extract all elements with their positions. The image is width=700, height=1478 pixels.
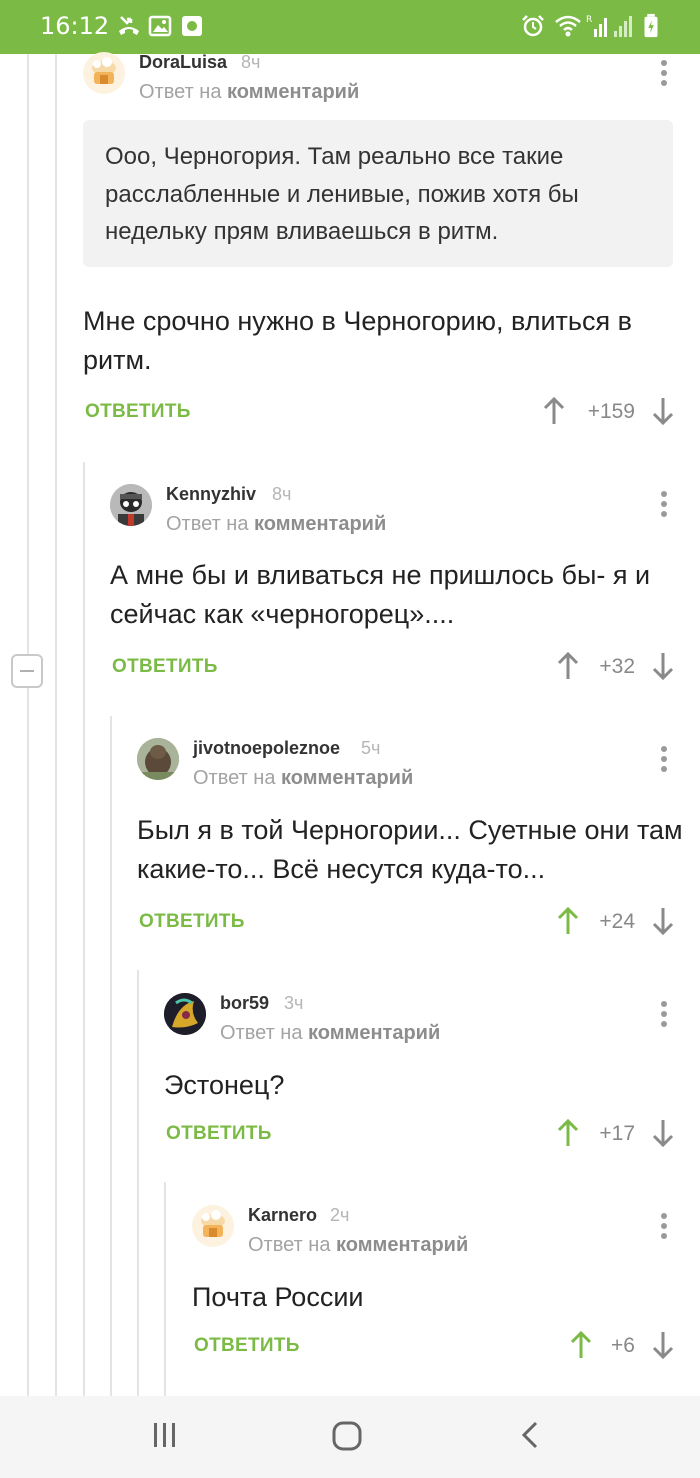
upvote-icon[interactable]	[557, 652, 579, 680]
reply-button[interactable]: ОТВЕТИТЬ	[166, 1123, 272, 1145]
reply-to-link[interactable]: комментарий	[254, 513, 386, 535]
comment-time: 8ч	[241, 52, 261, 72]
navigation-bar	[0, 1396, 700, 1478]
quoted-comment: Ооо, Черногория. Там реально все такие р…	[83, 120, 673, 267]
reply-to-prefix: Ответ на	[166, 513, 249, 535]
downvote-icon[interactable]	[652, 1119, 674, 1147]
signal-icon-2	[614, 16, 632, 37]
upvote-icon[interactable]	[557, 1119, 579, 1147]
avatar[interactable]	[110, 484, 152, 526]
comment-text: А мне бы и вливаться не пришлось бы- я и…	[110, 560, 651, 629]
reply-to: Ответ на комментарий	[193, 767, 413, 790]
reply-button[interactable]: ОТВЕТИТЬ	[139, 911, 245, 933]
avatar[interactable]	[137, 738, 179, 780]
reply-button[interactable]: ОТВЕТИТЬ	[85, 401, 191, 423]
upvote-icon[interactable]	[543, 397, 565, 425]
reply-to-link[interactable]: комментарий	[336, 1234, 468, 1256]
reply-to-link[interactable]: комментарий	[308, 1022, 440, 1044]
signal-icon: R	[586, 15, 607, 37]
missed-call-icon	[119, 16, 139, 35]
author-name[interactable]: jivotnoepoleznoe	[193, 738, 340, 759]
author-name[interactable]: DoraLuisa	[139, 52, 227, 73]
reply-button[interactable]: ОТВЕТИТЬ	[112, 656, 218, 678]
thread-line	[27, 54, 29, 654]
upvote-icon[interactable]	[557, 907, 579, 935]
reply-to: Ответ на комментарий	[166, 513, 386, 536]
reply-to: Ответ на комментарий	[220, 1022, 440, 1045]
battery-icon	[644, 13, 658, 38]
author-name[interactable]: bor59	[220, 993, 269, 1014]
comment-time: 8ч	[272, 484, 292, 504]
status-bar: 16:12 R	[0, 0, 700, 54]
comment-menu-icon[interactable]	[654, 1211, 674, 1241]
reply-to-prefix: Ответ на	[193, 767, 276, 789]
reply-to-prefix: Ответ на	[139, 81, 222, 103]
comment-menu-icon[interactable]	[654, 999, 674, 1029]
rating-score: +17	[599, 1122, 635, 1145]
reply-to: Ответ на комментарий	[248, 1234, 468, 1257]
avatar[interactable]	[164, 993, 206, 1035]
rating-score: +24	[599, 910, 635, 933]
downvote-icon[interactable]	[652, 907, 674, 935]
comment-time: 5ч	[361, 738, 381, 758]
comment-menu-icon[interactable]	[654, 489, 674, 519]
comment-text: Эстонец?	[164, 1070, 285, 1100]
avatar[interactable]	[192, 1205, 234, 1247]
downvote-icon[interactable]	[652, 397, 674, 425]
avatar[interactable]	[83, 52, 125, 94]
rating-score: +159	[587, 400, 635, 423]
reply-to-prefix: Ответ на	[220, 1022, 303, 1044]
recent-apps-icon[interactable]	[150, 1420, 180, 1450]
thread-line	[110, 716, 112, 1396]
thread-line	[164, 1182, 166, 1396]
svg-text:R: R	[586, 15, 592, 25]
status-time: 16:12	[40, 12, 110, 40]
reply-to-prefix: Ответ на	[248, 1234, 331, 1256]
reply-to-link[interactable]: комментарий	[281, 767, 413, 789]
comment-text: Был я в той Черногории... Суетные они та…	[137, 815, 683, 884]
back-icon[interactable]	[518, 1420, 542, 1450]
thread-line	[83, 462, 85, 1396]
app-icon	[182, 16, 202, 36]
thread-line	[137, 970, 139, 1396]
comment-text: Мне срочно нужно в Черногорию, влиться в…	[83, 306, 632, 375]
thread-line	[27, 688, 29, 1396]
gallery-icon	[148, 15, 172, 37]
reply-button[interactable]: ОТВЕТИТЬ	[194, 1335, 300, 1357]
home-icon[interactable]	[331, 1420, 363, 1452]
author-name[interactable]: Kennyzhiv	[166, 484, 256, 505]
thread-line	[55, 54, 57, 1396]
author-name[interactable]: Karnero	[248, 1205, 317, 1226]
reply-to: Ответ на комментарий	[139, 81, 359, 104]
downvote-icon[interactable]	[652, 652, 674, 680]
collapse-thread-button[interactable]	[11, 654, 43, 688]
comment-time: 3ч	[284, 993, 304, 1013]
rating-score: +32	[599, 655, 635, 678]
downvote-icon[interactable]	[652, 1331, 674, 1359]
comment-text: Почта России	[192, 1282, 364, 1312]
comment-menu-icon[interactable]	[654, 744, 674, 774]
comment-menu-icon[interactable]	[654, 58, 674, 88]
comment-time: 2ч	[330, 1205, 350, 1225]
wifi-icon	[555, 15, 581, 37]
reply-to-link[interactable]: комментарий	[227, 81, 359, 103]
alarm-icon	[522, 15, 544, 37]
rating-score: +6	[611, 1334, 635, 1357]
